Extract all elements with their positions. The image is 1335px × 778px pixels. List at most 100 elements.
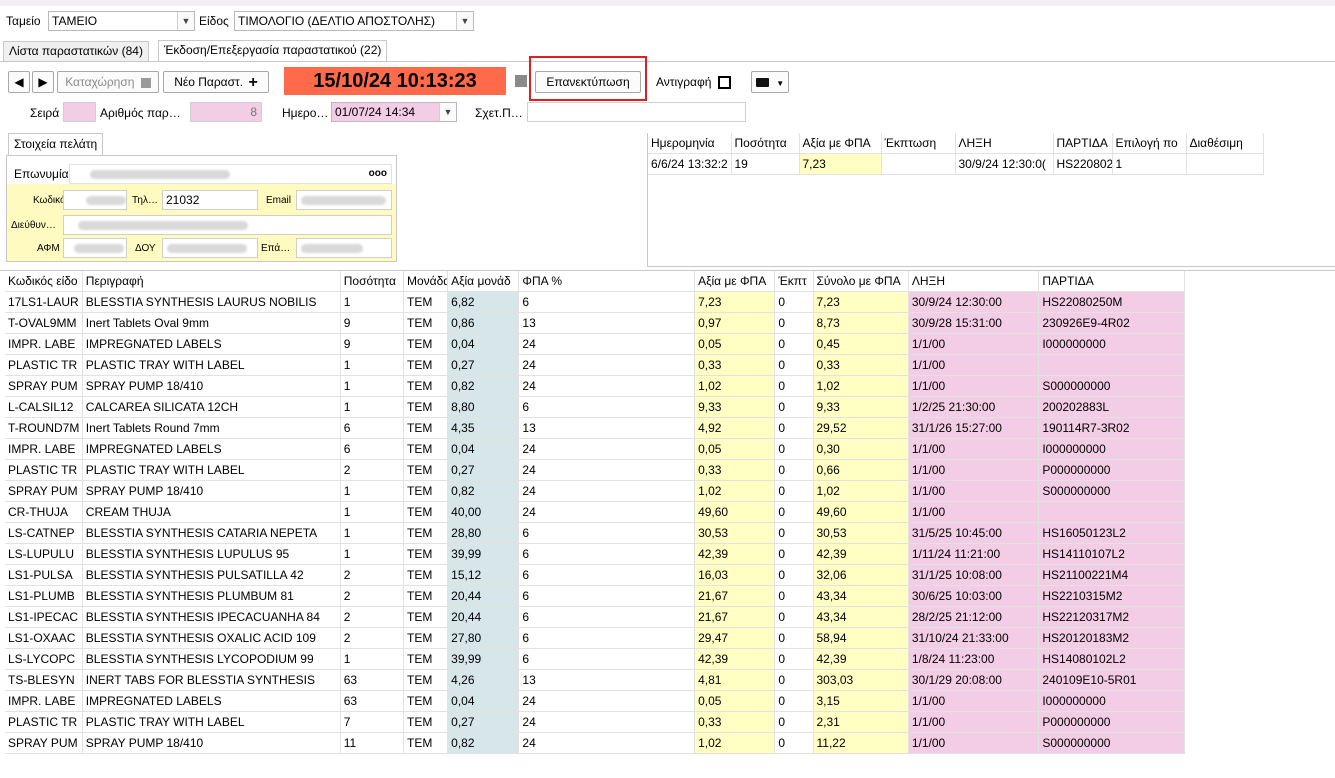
- table-row[interactable]: LS-LUPULU BLESSTIA SYNTHESIS LUPULUS 95 1 T…: [5, 543, 1185, 565]
- stock-col-header[interactable]: ΠΑΡΤΙΔΑ: [1053, 133, 1113, 154]
- cell-description: SPRAY PUMP 18/410: [82, 480, 341, 502]
- table-row[interactable]: IMPR. LABE IMPREGNATED LABELS 63 TEM 0,04 24 0…: [5, 690, 1185, 712]
- lines-col-header[interactable]: Αξία με ΦΠΑ: [694, 271, 776, 292]
- epa-field[interactable]: [296, 238, 392, 258]
- cell-vat: 6: [518, 543, 696, 565]
- tab-customer-info[interactable]: Στοιχεία πελάτη: [8, 133, 104, 155]
- cell-discount: 0: [774, 543, 814, 565]
- lines-col-header[interactable]: ΦΠΑ %: [518, 271, 696, 292]
- cell-quantity: 1: [340, 291, 404, 313]
- lines-col-header[interactable]: Ποσότητα: [340, 271, 404, 292]
- lines-col-header[interactable]: Έκπτ: [774, 271, 814, 292]
- table-row[interactable]: PLASTIC TR PLASTIC TRAY WITH LABEL 2 TEM 0,2…: [5, 459, 1185, 481]
- cell-unit: TEM: [403, 501, 449, 523]
- arithmos-field[interactable]: 8: [190, 102, 262, 122]
- stock-col-header[interactable]: Έκπτωση: [881, 133, 956, 154]
- tameio-select[interactable]: ΤΑΜΕΙΟ ▼: [48, 11, 195, 31]
- lines-col-header[interactable]: Περιγραφή: [82, 271, 341, 292]
- cell-description: PLASTIC TRAY WITH LABEL: [82, 711, 341, 733]
- table-row[interactable]: T-OVAL9MM Inert Tablets Oval 9mm 9 TEM 0,86 1…: [5, 312, 1185, 334]
- save-button[interactable]: Καταχώρηση: [57, 71, 159, 93]
- email-field[interactable]: [296, 190, 392, 210]
- cell-description: BLESSTIA SYNTHESIS PULSATILLA 42: [82, 564, 341, 586]
- cell-unit: TEM: [403, 396, 449, 418]
- table-row[interactable]: LS-CATNEP BLESSTIA SYNTHESIS CATARIA NEPE…: [5, 522, 1185, 544]
- table-row[interactable]: L-CALSIL12 CALCAREA SILICATA 12CH 1 TEM 8,80…: [5, 396, 1185, 418]
- printer-icon: [755, 78, 769, 88]
- imerominia-picker[interactable]: 01/07/24 14:34 ▼: [331, 102, 457, 122]
- dieuth-field[interactable]: [63, 215, 392, 235]
- stock-col-header[interactable]: ΛΗΞΗ: [955, 133, 1054, 154]
- table-row[interactable]: IMPR. LABE IMPREGNATED LABELS 9 TEM 0,04 24 0,…: [5, 333, 1185, 355]
- table-row[interactable]: SPRAY PUM SPRAY PUMP 18/410 1 TEM 0,82 24 1,02…: [5, 480, 1185, 502]
- cell-unit: TEM: [403, 543, 449, 565]
- cell-discount: 0: [774, 417, 814, 439]
- copy-button[interactable]: Αντιγραφή: [656, 75, 731, 90]
- cell-discount: 0: [774, 396, 814, 418]
- til-field[interactable]: 21032: [162, 190, 258, 210]
- prev-button[interactable]: ◀: [8, 71, 30, 93]
- kodikos-field[interactable]: [63, 190, 127, 210]
- stock-col-header[interactable]: Ημερομηνία: [648, 133, 732, 154]
- cell-value-with-vat: 0,05: [694, 690, 776, 712]
- cell-discount: 0: [774, 669, 814, 691]
- new-document-button[interactable]: Νέο Παραστ. +: [163, 71, 269, 93]
- lines-col-header[interactable]: Μονάδα: [403, 271, 449, 292]
- cell-value-with-vat: 0,97: [694, 312, 776, 334]
- cell-description: PLASTIC TRAY WITH LABEL: [82, 459, 341, 481]
- tab-document-list[interactable]: Λίστα παραστατικών (84): [3, 41, 149, 61]
- chevron-down-icon[interactable]: ▼: [456, 12, 473, 30]
- stock-col-header[interactable]: Αξία με ΦΠΑ: [799, 133, 882, 154]
- lines-col-header[interactable]: Σύνολο με ΦΠΑ: [813, 271, 909, 292]
- lines-col-header[interactable]: ΠΑΡΤΙΔΑ: [1038, 271, 1185, 292]
- stock-col-header[interactable]: Διαθέσιμη: [1186, 133, 1264, 154]
- table-row[interactable]: LS1-PLUMB BLESSTIA SYNTHESIS PLUMBUM 81 2 T…: [5, 585, 1185, 607]
- table-row[interactable]: IMPR. LABE IMPREGNATED LABELS 6 TEM 0,04 24 0,…: [5, 438, 1185, 460]
- cell-unit-value: 20,44: [447, 606, 520, 628]
- eponymia-field[interactable]: ooo: [69, 164, 392, 184]
- cell-total-with-vat: 43,34: [813, 585, 909, 607]
- table-row[interactable]: SPRAY PUM SPRAY PUMP 18/410 1 TEM 0,82 24 1,02…: [5, 375, 1185, 397]
- lines-col-header[interactable]: Αξία μονάδ: [447, 271, 520, 292]
- cell-total-with-vat: 8,73: [813, 312, 909, 334]
- stock-col-header[interactable]: Ποσότητα: [731, 133, 800, 154]
- doy-field[interactable]: [162, 238, 258, 258]
- table-row[interactable]: LS1-OXAAC BLESSTIA SYNTHESIS OXALIC ACID …: [5, 627, 1185, 649]
- stock-row[interactable]: 6/6/24 13:32:2 19 7,23 30/9/24 12:30:0(HS22…: [648, 153, 1264, 175]
- cell-discount: 0: [774, 333, 814, 355]
- table-row[interactable]: PLASTIC TR PLASTIC TRAY WITH LABEL 7 TEM 0,2…: [5, 711, 1185, 733]
- stock-col-header[interactable]: Επιλογή πο: [1112, 133, 1187, 154]
- table-row[interactable]: SPRAY PUM SPRAY PUMP 18/410 11 TEM 0,82 24 1,0…: [5, 732, 1185, 754]
- lines-col-header[interactable]: Κωδικός είδο: [5, 271, 83, 292]
- stock-cell: [881, 153, 956, 175]
- cell-total-with-vat: 0,30: [813, 438, 909, 460]
- window-top-strip: [0, 0, 1335, 6]
- table-row[interactable]: CR-THUJA CREAM THUJA 1 TEM 40,00 24 49,60 0 49,6…: [5, 501, 1185, 523]
- cell-batch: S000000000: [1038, 732, 1185, 754]
- next-button[interactable]: ▶: [32, 71, 54, 93]
- cell-expiry: 30/9/24 12:30:00: [908, 291, 1040, 313]
- tab-document-edit[interactable]: Έκδοση/Επεξεργασία παραστατικού (22): [158, 40, 388, 61]
- lines-col-header[interactable]: ΛΗΞΗ: [908, 271, 1040, 292]
- afm-field[interactable]: [63, 238, 127, 258]
- chevron-down-icon[interactable]: ▼: [776, 79, 784, 88]
- cell-expiry: 31/1/26 15:27:00: [908, 417, 1040, 439]
- table-row[interactable]: LS1-IPECAC BLESSTIA SYNTHESIS IPECACUANHA…: [5, 606, 1185, 628]
- sxet-field[interactable]: [527, 102, 746, 122]
- table-row[interactable]: LS-LYCOPC BLESSTIA SYNTHESIS LYCOPODIUM 9…: [5, 648, 1185, 670]
- eidos-select[interactable]: ΤΙΜΟΛΟΓΙΟ (ΔΕΛΤΙΟ ΑΠΟΣΤΟΛΗΣ) ▼: [234, 11, 474, 31]
- cell-value-with-vat: 1,02: [694, 375, 776, 397]
- table-row[interactable]: 17LS1-LAUR BLESSTIA SYNTHESIS LAURUS NOBI…: [5, 291, 1185, 313]
- print-button[interactable]: ▼: [751, 71, 789, 93]
- cell-description: Inert Tablets Oval 9mm: [82, 312, 341, 334]
- table-row[interactable]: T-ROUND7M Inert Tablets Round 7mm 6 TEM 4,35…: [5, 417, 1185, 439]
- table-row[interactable]: TS-BLESYN INERT TABS FOR BLESSTIA SYNTHES…: [5, 669, 1185, 691]
- table-row[interactable]: LS1-PULSA BLESSTIA SYNTHESIS PULSATILLA 4…: [5, 564, 1185, 586]
- table-row[interactable]: PLASTIC TR PLASTIC TRAY WITH LABEL 1 TEM 0,2…: [5, 354, 1185, 376]
- ellipsis-icon[interactable]: ooo: [369, 165, 387, 183]
- cell-batch: 200202883L: [1038, 396, 1185, 418]
- chevron-down-icon[interactable]: ▼: [439, 103, 456, 121]
- cell-total-with-vat: 0,66: [813, 459, 909, 481]
- chevron-down-icon[interactable]: ▼: [177, 12, 194, 30]
- seira-field[interactable]: [63, 102, 96, 122]
